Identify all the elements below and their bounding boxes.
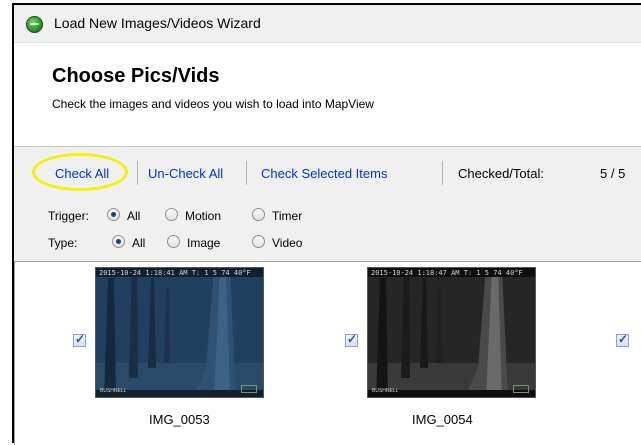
camera-logo-icon [241,385,257,393]
type-video-radio[interactable] [252,235,265,248]
uncheck-all-link[interactable]: Un-Check All [148,166,223,181]
trail-camera-photo [368,268,535,397]
check-all-link[interactable]: Check All [55,166,109,181]
thumbnail-filename: IMG_0054 [412,412,473,427]
thumbnail-filename: IMG_0053 [149,412,210,427]
page-subtitle: Check the images and videos you wish to … [52,97,374,111]
type-label: Type: [48,236,78,250]
filter-panel: Trigger: All Motion Timer Type: All Imag… [14,199,641,261]
trigger-label: Trigger: [48,209,89,223]
thumbnail-list[interactable]: 2015-10-24 1:18:41 AM T: 1 5 74 40°F BUS… [14,261,641,445]
thumbnail-checkbox[interactable] [73,332,86,347]
trigger-timer-radio[interactable] [252,208,265,221]
camera-brand: BUSHNELL [100,388,127,394]
wizard-header: Choose Pics/Vids Check the images and vi… [14,43,641,145]
trigger-filter-row: Trigger: All Motion Timer [14,206,641,226]
trigger-motion-label[interactable]: Motion [185,209,221,223]
check-selected-items-link[interactable]: Check Selected Items [261,166,387,181]
wizard-window: Load New Images/Videos Wizard Choose Pic… [12,3,641,445]
trigger-all-label[interactable]: All [127,209,140,223]
toolbar-divider [246,161,247,185]
type-filter-row: Type: All Image Video [14,233,641,253]
type-video-label[interactable]: Video [272,236,302,250]
trail-camera-photo [96,268,263,397]
trigger-motion-radio[interactable] [165,208,178,221]
type-all-label[interactable]: All [132,236,145,250]
selection-toolbar: Check All Un-Check All Check Selected It… [14,147,641,199]
type-image-label[interactable]: Image [187,236,220,250]
trigger-all-radio[interactable] [107,208,120,221]
window-title: Load New Images/Videos Wizard [54,15,261,31]
toolbar-divider [442,161,443,185]
camera-brand: BUSHNELL [372,388,399,394]
camera-logo-icon [513,385,529,393]
type-all-radio[interactable] [112,235,125,248]
title-bar[interactable]: Load New Images/Videos Wizard [14,5,641,43]
checked-total-value: 5 / 5 [600,166,626,181]
app-globe-icon [26,16,43,33]
page-title: Choose Pics/Vids [52,65,220,87]
trigger-timer-label[interactable]: Timer [272,209,302,223]
type-image-radio[interactable] [167,235,180,248]
thumbnail-checkbox[interactable] [616,332,629,347]
thumbnail-image[interactable]: 2015-10-24 1:18:47 AM T: 1 5 74 40°F BUS… [367,267,536,398]
photo-timestamp: 2015-10-24 1:18:41 AM T: 1 5 74 40°F [99,269,251,277]
thumbnail-image[interactable]: 2015-10-24 1:18:41 AM T: 1 5 74 40°F BUS… [95,267,264,398]
toolbar-divider [137,161,138,185]
photo-timestamp: 2015-10-24 1:18:47 AM T: 1 5 74 40°F [371,269,523,277]
checked-total-label: Checked/Total: [458,166,544,181]
thumbnail-checkbox[interactable] [345,332,358,347]
